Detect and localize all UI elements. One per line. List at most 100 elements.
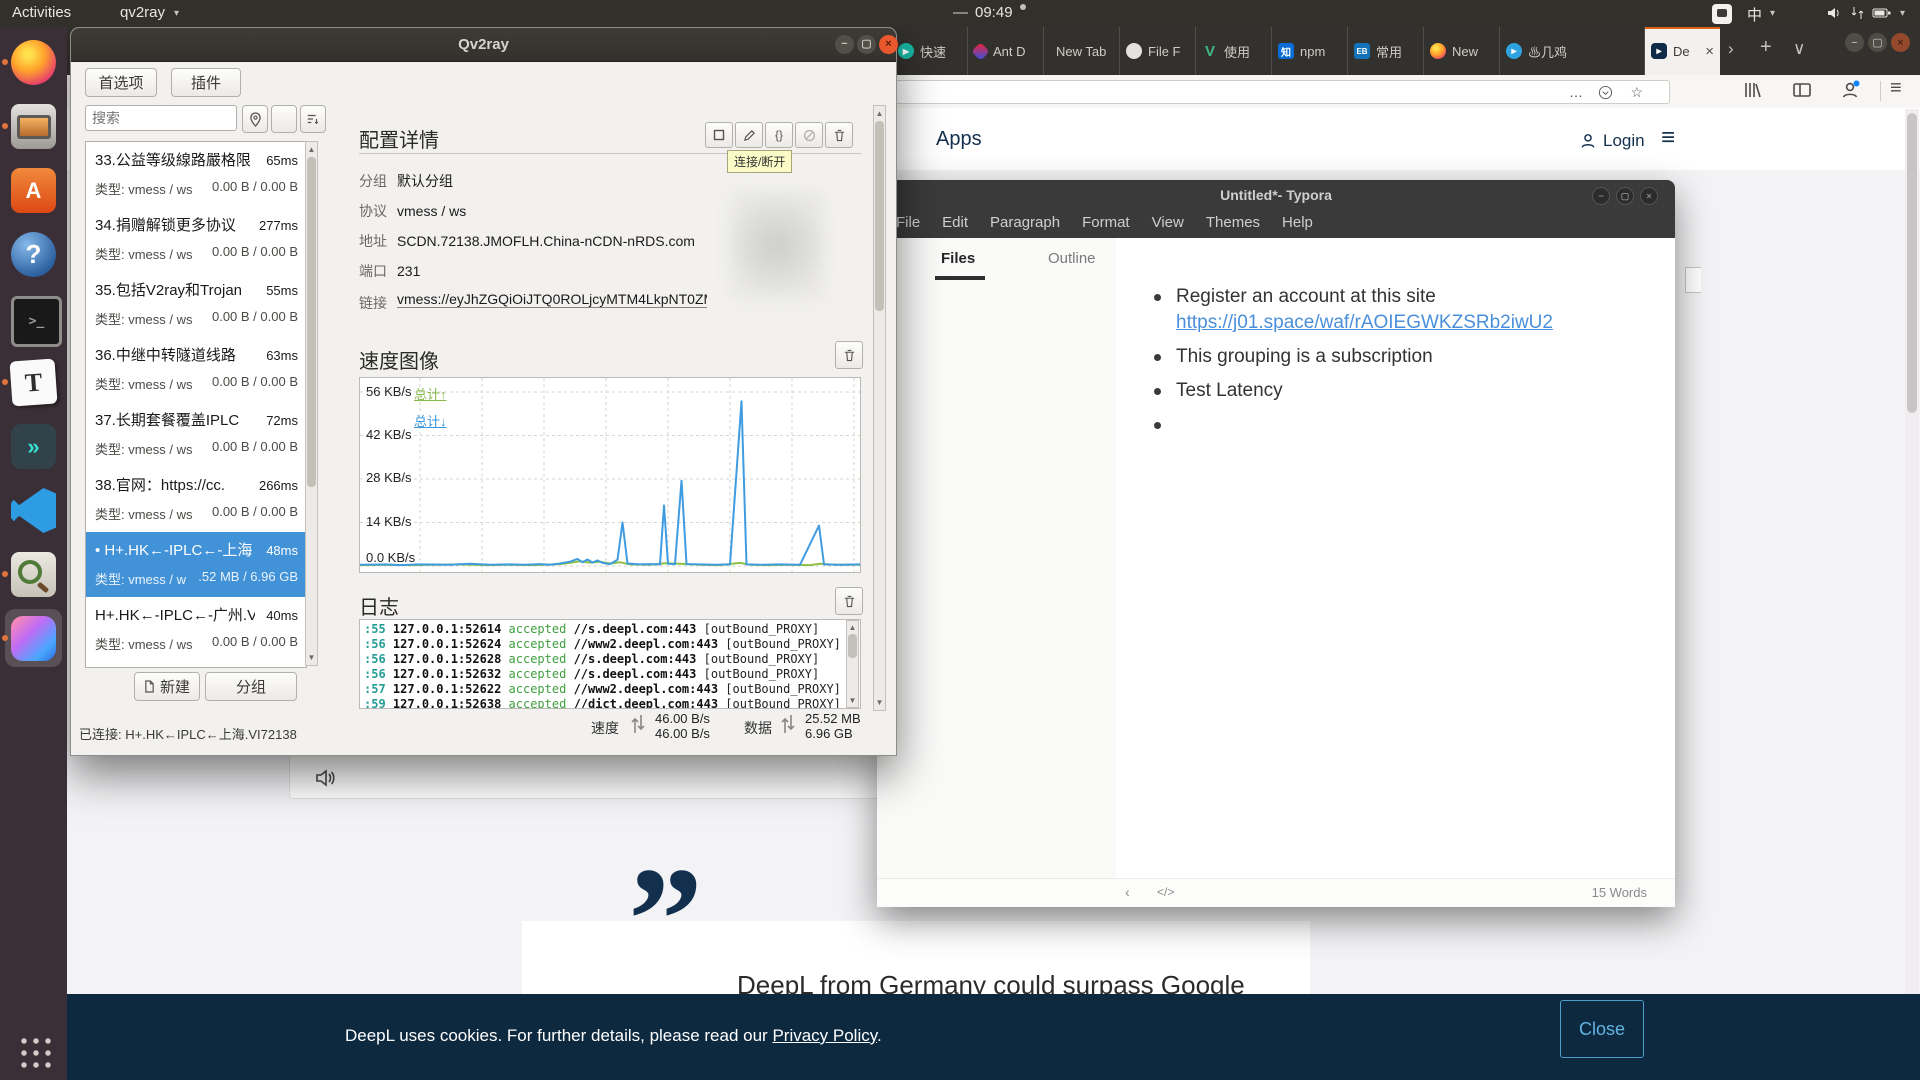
dock-app-icon[interactable] bbox=[11, 232, 56, 277]
server-item[interactable]: 35.包括V2ray和Trojan 55ms 类型: vmess / ws 0.… bbox=[86, 272, 306, 337]
scroll-up-icon[interactable]: ▲ bbox=[306, 145, 317, 154]
edit-json-button[interactable]: {} bbox=[765, 122, 793, 148]
clear-log-button[interactable] bbox=[835, 587, 863, 615]
log-scrollbar[interactable]: ▲ ▼ bbox=[846, 620, 859, 708]
list-scrollbar[interactable]: ▲ ▼ bbox=[305, 141, 318, 666]
scroll-down-icon[interactable]: ▼ bbox=[306, 653, 317, 662]
browser-tab[interactable]: New Tab bbox=[1044, 27, 1120, 75]
pocket-icon[interactable] bbox=[1598, 85, 1613, 100]
browser-tab[interactable]: New bbox=[1424, 27, 1500, 75]
page-menu-icon[interactable]: ≡ bbox=[1661, 124, 1675, 152]
bookmark-star-icon[interactable]: ☆ bbox=[1630, 84, 1643, 101]
close-button[interactable]: × bbox=[879, 35, 898, 54]
menu-item[interactable]: View bbox=[1141, 210, 1195, 238]
field-value[interactable]: vmess://eyJhZGQiOiJTQ0ROLjcyMTM4LkpNT0ZM… bbox=[397, 291, 707, 308]
sort-button[interactable] bbox=[300, 105, 326, 133]
bullet-item[interactable]: Register an account at this site https:/… bbox=[1152, 284, 1675, 336]
minimize-button[interactable]: − bbox=[835, 35, 854, 54]
dock-item[interactable] bbox=[0, 223, 67, 287]
speaker-icon[interactable] bbox=[314, 768, 336, 788]
browser-tab[interactable]: 常用 bbox=[1348, 27, 1424, 75]
scroll-up-icon[interactable]: ▲ bbox=[874, 109, 885, 118]
typora-titlebar[interactable]: Untitled*- Typora − ▢ × bbox=[877, 180, 1675, 210]
delete-button[interactable] bbox=[825, 122, 853, 148]
browser-tab[interactable]: 快速 bbox=[892, 27, 968, 75]
dock-item[interactable] bbox=[0, 607, 67, 671]
maximize-button[interactable]: ▢ bbox=[857, 35, 876, 54]
browser-tab[interactable]: De × bbox=[1645, 27, 1720, 75]
server-item[interactable]: 34.捐赠解锁更多协议 277ms 类型: vmess / ws 0.00 B … bbox=[86, 207, 306, 272]
window-scrollbar[interactable]: ▲ ▼ bbox=[873, 105, 886, 711]
dock-item[interactable] bbox=[0, 351, 67, 415]
plugins-button[interactable]: 插件 bbox=[171, 68, 241, 97]
dock-app-icon[interactable] bbox=[11, 552, 56, 597]
disable-button[interactable] bbox=[795, 122, 823, 148]
browser-tab[interactable]: 使用 bbox=[1196, 27, 1272, 75]
tab-files[interactable]: Files bbox=[941, 250, 975, 267]
dock-app-icon[interactable] bbox=[11, 296, 62, 347]
dock-item[interactable] bbox=[0, 415, 67, 479]
page-scrollbar[interactable] bbox=[1905, 109, 1919, 994]
bullet-link[interactable]: https://j01.space/waf/rAOIEGWKZSRb2iwU2 bbox=[1176, 312, 1553, 333]
system-menu-caret-icon[interactable]: ▾ bbox=[1900, 8, 1905, 19]
scroll-down-icon[interactable]: ▼ bbox=[874, 698, 885, 707]
log-output[interactable]: :55 127.0.0.1:52614 accepted //s.deepl.c… bbox=[359, 619, 861, 709]
menu-item[interactable]: Paragraph bbox=[979, 210, 1071, 238]
locate-button[interactable] bbox=[242, 105, 268, 133]
scrollbar-thumb[interactable] bbox=[307, 157, 316, 487]
bullet-item[interactable]: This grouping is a subscription bbox=[1152, 344, 1675, 370]
legend-entry[interactable]: 总计↑ bbox=[414, 384, 447, 403]
scroll-tabs-icon[interactable]: › bbox=[1728, 39, 1734, 59]
dock-item[interactable] bbox=[0, 95, 67, 159]
dock-item[interactable] bbox=[0, 479, 67, 543]
close-button[interactable]: × bbox=[1640, 187, 1658, 205]
bullet-item[interactable] bbox=[1152, 412, 1675, 438]
server-item[interactable]: • H+.HK←-IPLC←-上海 48ms 类型: vmess / w .52… bbox=[86, 532, 306, 597]
browser-tab[interactable]: File F bbox=[1120, 27, 1196, 75]
edit-button[interactable] bbox=[735, 122, 763, 148]
server-item[interactable]: 37.长期套餐覆盖IPLC 72ms 类型: vmess / ws 0.00 B… bbox=[86, 402, 306, 467]
legend-entry[interactable]: 总计↓ bbox=[414, 411, 447, 430]
dock-item[interactable] bbox=[0, 159, 67, 223]
app-menu[interactable]: qv2ray bbox=[120, 4, 165, 21]
clock[interactable]: 09:49 bbox=[975, 4, 1013, 21]
connect-button[interactable] bbox=[705, 122, 733, 148]
search-input[interactable] bbox=[85, 105, 237, 131]
close-button[interactable]: × bbox=[1891, 33, 1910, 52]
scrollbar-thumb[interactable] bbox=[875, 121, 884, 311]
browser-tab[interactable]: Ant D bbox=[968, 27, 1044, 75]
dock-app-icon[interactable] bbox=[9, 358, 57, 406]
dock-app-icon[interactable] bbox=[11, 616, 56, 661]
qv2ray-titlebar[interactable]: Qv2ray − ▢ × bbox=[71, 28, 896, 62]
login-link[interactable]: Login bbox=[1579, 131, 1645, 151]
server-list[interactable]: 33.公益等级線路嚴格限 65ms 类型: vmess / ws 0.00 B … bbox=[85, 141, 307, 668]
dock-app-icon[interactable] bbox=[11, 104, 56, 149]
activities-button[interactable]: Activities bbox=[12, 4, 71, 21]
volume-icon[interactable] bbox=[1826, 5, 1842, 21]
collapse-sidebar-icon[interactable]: ‹ bbox=[1125, 884, 1130, 900]
cookie-close-button[interactable]: Close bbox=[1560, 1000, 1644, 1058]
show-applications-icon[interactable] bbox=[18, 1035, 51, 1068]
menu-item[interactable]: Edit bbox=[931, 210, 979, 238]
source-code-icon[interactable]: </> bbox=[1157, 885, 1174, 899]
dock-app-icon[interactable] bbox=[11, 424, 56, 469]
browser-tab[interactable]: ♨几鸡 bbox=[1500, 27, 1645, 75]
blank-button[interactable] bbox=[271, 105, 297, 133]
scrollbar-thumb[interactable] bbox=[1907, 113, 1917, 413]
tab-outline[interactable]: Outline bbox=[1048, 250, 1096, 267]
menu-item[interactable]: Help bbox=[1271, 210, 1324, 238]
server-item[interactable]: 36.中继中转隧道线路 63ms 类型: vmess / ws 0.00 B /… bbox=[86, 337, 306, 402]
page-actions-icon[interactable]: … bbox=[1569, 84, 1583, 100]
server-item[interactable]: 33.公益等级線路嚴格限 65ms 类型: vmess / ws 0.00 B … bbox=[86, 142, 306, 207]
maximize-button[interactable]: ▢ bbox=[1868, 33, 1887, 52]
new-config-button[interactable]: 新建 bbox=[134, 672, 200, 701]
maximize-button[interactable]: ▢ bbox=[1616, 187, 1634, 205]
clear-graph-button[interactable] bbox=[835, 341, 863, 369]
scroll-down-icon[interactable]: ▼ bbox=[847, 696, 858, 705]
dock-item[interactable] bbox=[0, 31, 67, 95]
privacy-policy-link[interactable]: Privacy Policy bbox=[772, 1026, 877, 1045]
nav-apps-link[interactable]: Apps bbox=[936, 128, 982, 151]
menu-item[interactable]: Themes bbox=[1195, 210, 1271, 238]
server-item[interactable]: H+.SG←-IPLC←-上海 bbox=[86, 662, 306, 668]
dock-item[interactable] bbox=[0, 543, 67, 607]
